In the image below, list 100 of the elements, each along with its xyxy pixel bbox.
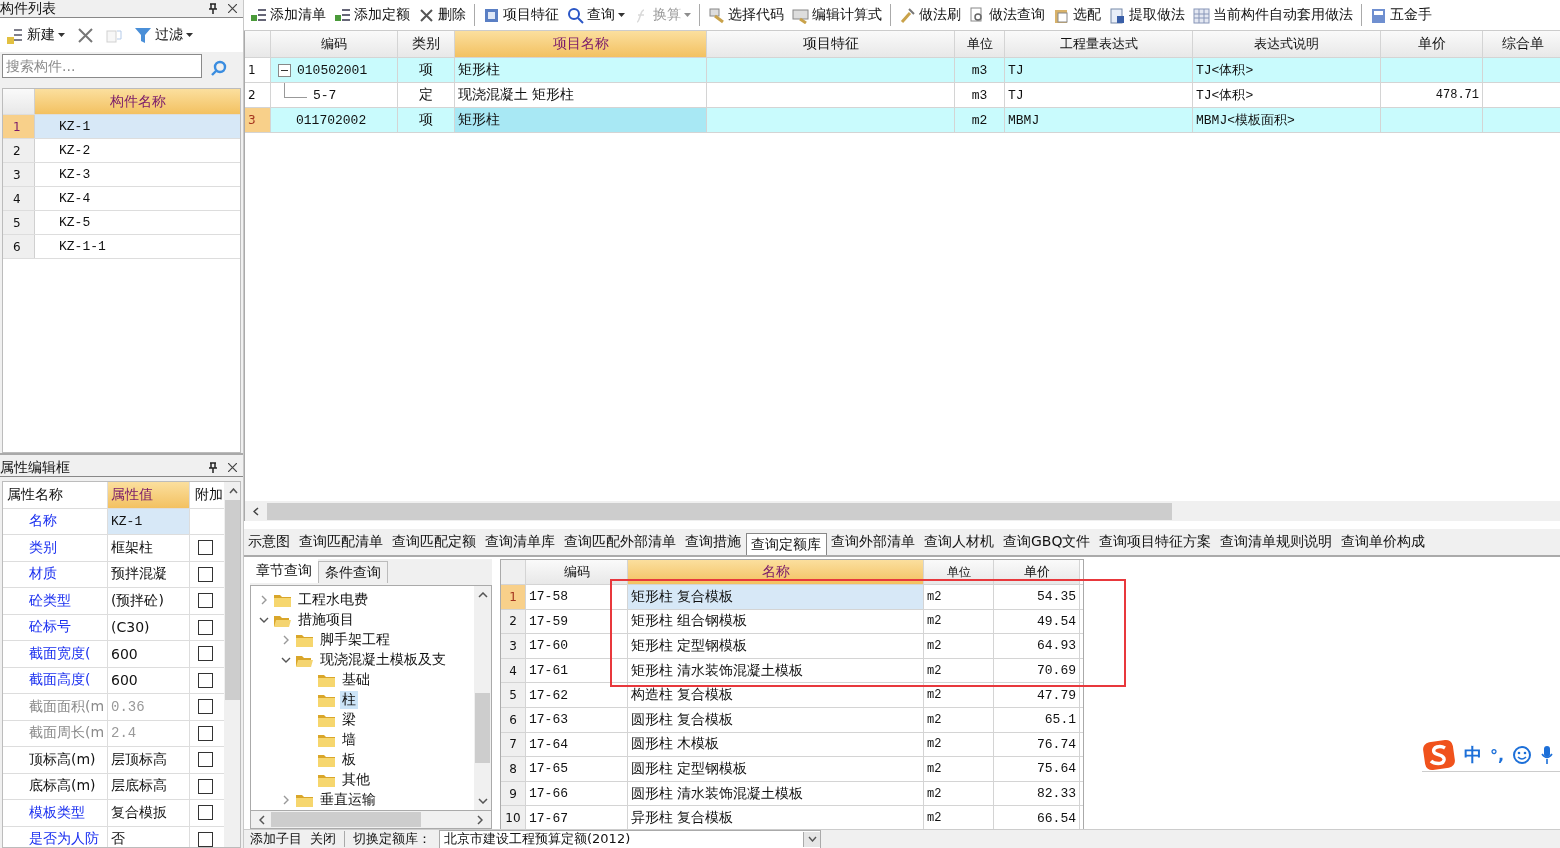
table-cell[interactable]: 圆形柱 木模板	[628, 732, 924, 757]
table-cell[interactable]	[1381, 58, 1483, 82]
tab[interactable]: 查询外部清单	[827, 531, 920, 555]
pin-icon[interactable]	[208, 3, 218, 14]
toolbar-button[interactable]: 当前构件自动套用做法	[1191, 3, 1355, 27]
table-cell[interactable]: MBMJ<模板面积>	[1193, 108, 1381, 132]
table-cell[interactable]: KZ-3	[35, 163, 240, 186]
pin-icon[interactable]	[208, 462, 218, 473]
scrollbar[interactable]	[474, 586, 491, 810]
tab[interactable]: 查询清单库	[481, 531, 560, 555]
tree-item[interactable]: 其他	[340, 771, 372, 789]
toolbar-button[interactable]: 选择代码	[706, 3, 786, 27]
status-button[interactable]: 添加子目	[250, 830, 302, 848]
checkbox[interactable]	[197, 831, 213, 847]
property-value[interactable]: 预拌混凝	[108, 561, 190, 587]
checkbox[interactable]	[197, 699, 213, 715]
table-cell[interactable]: 65.1	[994, 707, 1080, 732]
tab[interactable]: 条件查询	[318, 561, 388, 583]
table-cell[interactable]: 47.79	[994, 683, 1080, 707]
table-cell[interactable]: m2	[924, 707, 994, 732]
tree-item[interactable]: 梁	[340, 711, 358, 729]
table-cell[interactable]: m2	[924, 609, 994, 634]
tab[interactable]: 查询匹配清单	[295, 531, 388, 555]
table-cell[interactable]: MBMJ	[1005, 108, 1193, 132]
table-cell[interactable]: KZ-1-1	[35, 235, 240, 258]
tab[interactable]: 查询单价构成	[1337, 531, 1431, 555]
checkbox[interactable]	[197, 540, 213, 556]
toolbar-button[interactable]: 提取做法	[1107, 3, 1187, 27]
column-header[interactable]: 项目名称	[455, 31, 707, 57]
table-cell[interactable]: 17-64	[526, 732, 628, 757]
table-cell[interactable]: 76.74	[994, 732, 1080, 757]
property-value[interactable]: (C30)	[108, 614, 190, 640]
table-cell[interactable]: 49.54	[994, 609, 1080, 634]
table-cell[interactable]	[1483, 108, 1560, 132]
property-value[interactable]: KZ-1	[108, 508, 190, 534]
table-cell[interactable]: m2	[955, 108, 1005, 132]
microphone-icon[interactable]	[1540, 745, 1554, 765]
expand-icon[interactable]	[281, 635, 291, 645]
emoji-icon[interactable]	[1512, 745, 1532, 765]
column-header[interactable]: 单价	[994, 560, 1080, 584]
close-icon[interactable]	[228, 463, 237, 472]
table-cell[interactable]: m2	[924, 781, 994, 806]
table-cell[interactable]: 矩形柱 清水装饰混凝土模板	[628, 658, 924, 683]
property-value[interactable]: (预拌砼)	[108, 588, 190, 614]
table-cell[interactable]: 圆形柱 复合模板	[628, 707, 924, 732]
table-cell[interactable]: 项	[398, 58, 455, 82]
table-cell[interactable]: m3	[955, 83, 1005, 107]
table-cell[interactable]: m2	[924, 732, 994, 757]
tree-item[interactable]: 板	[340, 751, 358, 769]
collapse-icon[interactable]	[259, 615, 269, 625]
table-cell[interactable]: 82.33	[994, 781, 1080, 806]
toolbar-button[interactable]: 添加定额	[332, 3, 412, 27]
new-button[interactable]: 新建	[5, 23, 67, 47]
table-cell[interactable]: m2	[924, 634, 994, 658]
property-value[interactable]: 600	[108, 641, 190, 667]
expand-icon[interactable]	[281, 795, 291, 805]
property-value[interactable]: 框架柱	[108, 535, 190, 561]
search-field[interactable]: 搜索构件...	[2, 54, 202, 78]
tab[interactable]: 示意图	[244, 531, 295, 555]
table-cell[interactable]: TJ<体积>	[1193, 83, 1381, 107]
scroll-thumb[interactable]	[225, 500, 240, 700]
tree-item[interactable]: 柱	[340, 691, 358, 709]
table-cell[interactable]: 矩形柱 组合钢模板	[628, 609, 924, 634]
table-cell[interactable]: KZ-2	[35, 139, 240, 162]
table-cell[interactable]: 17-59	[526, 609, 628, 634]
table-cell[interactable]	[707, 58, 955, 82]
table-cell[interactable]: m3	[955, 58, 1005, 82]
tree-item[interactable]: 脚手架工程	[318, 631, 392, 649]
checkbox[interactable]	[197, 752, 213, 768]
table-cell[interactable]: KZ-4	[35, 187, 240, 210]
tab[interactable]: 章节查询	[250, 559, 318, 583]
table-cell[interactable]: TJ	[1005, 58, 1193, 82]
toolbar-button[interactable]: 查询	[565, 3, 627, 27]
column-header[interactable]: 项目特征	[707, 31, 955, 57]
checkbox[interactable]	[197, 566, 213, 582]
library-dropdown[interactable]: 北京市建设工程预算定额(2012)	[439, 829, 821, 848]
tree-item[interactable]: 墙	[340, 731, 358, 749]
column-header[interactable]: 编码	[271, 31, 398, 57]
scrollbar[interactable]	[224, 482, 240, 847]
toolbar-button[interactable]: 添加清单	[248, 3, 328, 27]
table-cell[interactable]: 构造柱 复合模板	[628, 683, 924, 707]
tree-item[interactable]: 垂直运输	[318, 791, 378, 809]
column-header[interactable]: 单位	[924, 560, 994, 584]
checkbox[interactable]	[197, 805, 213, 821]
table-cell[interactable]	[707, 108, 955, 132]
table-cell[interactable]: KZ-1	[35, 115, 240, 138]
column-header[interactable]: 编码	[526, 560, 628, 584]
checkbox[interactable]	[197, 778, 213, 794]
scrollbar[interactable]	[250, 811, 492, 829]
column-header[interactable]: 综合单	[1483, 31, 1560, 57]
toolbar-button[interactable]: 做法查询	[967, 3, 1047, 27]
tab[interactable]: 查询人材机	[920, 531, 999, 555]
table-cell[interactable]: 定	[398, 83, 455, 107]
tab[interactable]: 查询清单规则说明	[1216, 531, 1338, 555]
table-cell[interactable]: 圆形柱 定型钢模板	[628, 757, 924, 781]
table-cell[interactable]: TJ<体积>	[1193, 58, 1381, 82]
table-cell[interactable]: 17-61	[526, 658, 628, 683]
table-cell[interactable]: 项	[398, 108, 455, 132]
table-cell[interactable]: m2	[924, 757, 994, 781]
input-mode-text[interactable]: 中	[1463, 743, 1482, 767]
